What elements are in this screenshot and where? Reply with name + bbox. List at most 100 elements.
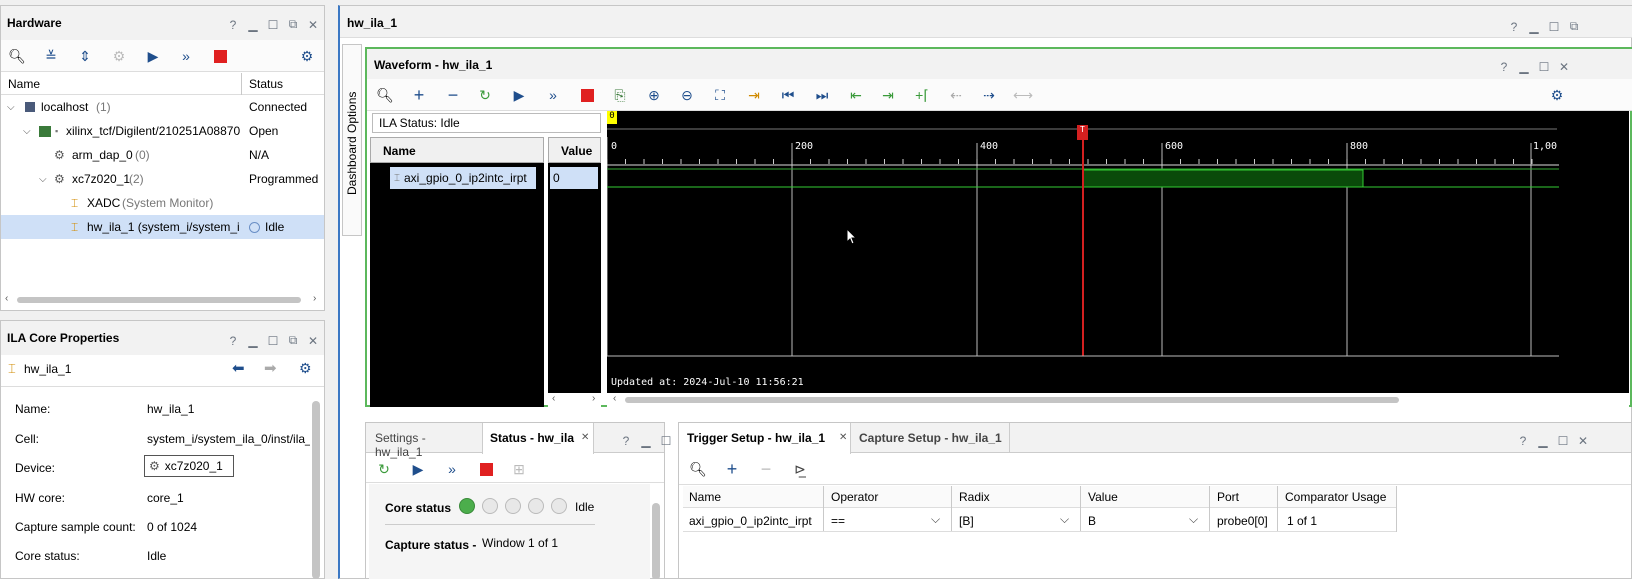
trigger-col-header[interactable]: Radix xyxy=(959,490,990,504)
run-immediate-icon[interactable]: » xyxy=(543,85,563,105)
remove-probe-icon[interactable]: − xyxy=(443,85,463,105)
float-icon[interactable]: ⧉ xyxy=(287,17,299,32)
radix-select[interactable]: [B] ⌵ xyxy=(952,508,1080,532)
stop-trigger-icon[interactable] xyxy=(210,46,230,66)
tree-row-arm-dap[interactable]: ⚙ arm_dap_0 (0) N/A xyxy=(1,143,324,167)
tab-status[interactable]: Status - hw_ila xyxy=(482,423,594,454)
signal-value-cell[interactable]: 0 xyxy=(550,167,598,189)
help-icon[interactable]: ? xyxy=(227,334,239,348)
float-icon[interactable]: ⧉ xyxy=(1568,19,1580,34)
add-probe-icon[interactable]: + xyxy=(722,459,742,479)
ila-properties-vscrollbar[interactable] xyxy=(312,401,320,579)
auto-retrigger-icon[interactable]: ↻ xyxy=(374,459,394,479)
run-trigger-icon[interactable]: ▶ xyxy=(143,46,163,66)
minimize-icon[interactable]: ▁ xyxy=(1537,434,1549,448)
zoom-in-icon[interactable]: ⊕ xyxy=(644,85,664,105)
run-trigger-icon[interactable]: ▶ xyxy=(408,459,428,479)
value-select[interactable]: B ⌵ xyxy=(1081,508,1209,532)
tab-trigger-setup[interactable]: Trigger Setup - hw_ila_1 xyxy=(679,423,851,454)
auto-connect-icon[interactable]: ⚙︎ xyxy=(109,46,129,66)
run-immediate-icon[interactable]: » xyxy=(176,46,196,66)
minimize-icon[interactable]: ▁ xyxy=(640,434,652,448)
float-icon[interactable]: ⧉ xyxy=(287,333,299,348)
trigger-col-header[interactable]: Comparator Usage xyxy=(1285,490,1386,504)
collapse-all-icon[interactable]: ≚ xyxy=(41,46,61,66)
waveform-canvas[interactable]: T 0 0 200 400 600 800 1,00 Updated at: 2… xyxy=(607,111,1629,393)
scroll-left-icon[interactable]: ‹ xyxy=(552,393,555,404)
tree-row-device[interactable]: ⌵ ⚙ xc7z020_1 (2) Programmed xyxy=(1,167,324,191)
settings-gear-icon[interactable]: ⚙ xyxy=(297,46,317,66)
help-icon[interactable]: ? xyxy=(1517,434,1529,448)
waveform-hscrollbar[interactable]: ‹ xyxy=(607,393,1629,407)
table-row[interactable]: axi_gpio_0_ip2intc_irpt == ⌵ [B] ⌵ B ⌵ p… xyxy=(683,508,1396,532)
tab-capture-setup[interactable]: Capture Setup - hw_ila_1 xyxy=(852,423,1010,453)
run-immediate-icon[interactable]: » xyxy=(442,459,462,479)
minimize-icon[interactable]: ▁ xyxy=(247,18,259,32)
close-icon[interactable]: ✕ xyxy=(1558,60,1570,74)
zoom-fit-icon[interactable]: ⛶ xyxy=(710,85,730,105)
maximize-icon[interactable]: ☐ xyxy=(1548,20,1560,34)
dashboard-tab-title[interactable]: hw_ila_1 xyxy=(347,16,397,30)
trigger-col-header[interactable]: Value xyxy=(1088,490,1118,504)
search-icon[interactable]: 🔍︎ xyxy=(7,46,27,66)
tree-row-localhost[interactable]: ⌵ localhost (1) Connected xyxy=(1,95,324,119)
tree-row-hw-ila[interactable]: ⌶ hw_ila_1 (system_i/system_il Idle xyxy=(1,215,324,239)
go-to-end-icon[interactable]: ⏭ xyxy=(812,85,832,105)
expand-all-icon[interactable]: ⇕ xyxy=(75,46,95,66)
add-marker-icon[interactable]: +⌈ xyxy=(912,85,932,105)
settings-gear-icon[interactable]: ⚙ xyxy=(1547,85,1567,105)
tree-row-xadc[interactable]: ⌶ XADC (System Monitor) xyxy=(1,191,324,215)
status-vscrollbar[interactable] xyxy=(652,503,660,579)
swap-cursor-icon[interactable]: ⟷ xyxy=(1013,85,1033,105)
add-probe-icon[interactable]: + xyxy=(409,85,429,105)
hardware-hscrollbar[interactable]: ‹ › xyxy=(1,293,324,307)
tab-settings[interactable]: Settings - hw_ila_1 xyxy=(366,423,481,459)
maximize-icon[interactable]: ☐ xyxy=(1538,60,1550,74)
trigger-col-header[interactable]: Operator xyxy=(831,490,878,504)
search-icon[interactable]: 🔍︎ xyxy=(688,459,708,479)
close-icon[interactable]: ✕ xyxy=(307,18,319,32)
maximize-icon[interactable]: ☐ xyxy=(660,434,672,448)
minimize-icon[interactable]: ▁ xyxy=(1518,60,1530,74)
maximize-icon[interactable]: ☐ xyxy=(267,334,279,348)
help-icon[interactable]: ? xyxy=(1508,20,1520,34)
export-icon[interactable]: ⎘ xyxy=(610,85,630,105)
go-to-start-icon[interactable]: ⏮ xyxy=(778,85,798,105)
hardware-col-status[interactable]: Status xyxy=(249,77,283,91)
run-trigger-icon[interactable]: ▶ xyxy=(509,85,529,105)
settings-gear-icon[interactable]: ⚙ xyxy=(299,360,312,377)
previous-marker-icon[interactable]: ⇠ xyxy=(946,85,966,105)
next-marker-icon[interactable]: ⇢ xyxy=(979,85,999,105)
help-icon[interactable]: ? xyxy=(227,18,239,32)
scroll-right-icon[interactable]: › xyxy=(592,393,595,404)
auto-retrigger-icon[interactable]: ↻ xyxy=(475,85,495,105)
remove-probe-icon[interactable]: − xyxy=(756,459,776,479)
minimize-icon[interactable]: ▁ xyxy=(1528,20,1540,34)
close-icon[interactable]: ✕ xyxy=(307,334,319,348)
search-icon[interactable]: 🔍︎ xyxy=(375,85,395,105)
go-to-cursor-icon[interactable]: ⇥ xyxy=(744,85,764,105)
next-transition-icon[interactable]: ⇥ xyxy=(878,85,898,105)
gate-logic-icon[interactable]: ⊳̲ xyxy=(790,459,810,479)
close-tab-icon[interactable]: ✕ xyxy=(839,432,847,443)
capture-control-icon[interactable]: ⊞ xyxy=(509,459,529,479)
tree-row-target[interactable]: ⌵ ▪ xilinx_tcf/Digilent/210251A08870 Ope… xyxy=(1,119,324,143)
device-link[interactable]: ⚙ xc7z020_1 xyxy=(144,455,234,477)
signal-name-row[interactable]: ⌶ axi_gpio_0_ip2intc_irpt xyxy=(390,167,536,189)
forward-arrow-icon[interactable]: ➡ xyxy=(264,359,277,377)
close-tab-icon[interactable]: ✕ xyxy=(581,432,589,443)
trigger-col-header[interactable]: Name xyxy=(689,490,721,504)
close-icon[interactable]: ✕ xyxy=(1577,434,1589,448)
help-icon[interactable]: ? xyxy=(1498,60,1510,74)
minimize-icon[interactable]: ▁ xyxy=(247,334,259,348)
col-name-header[interactable]: Name xyxy=(383,144,416,158)
maximize-icon[interactable]: ☐ xyxy=(1557,434,1569,448)
dashboard-options-tab[interactable]: Dashboard Options xyxy=(342,44,362,236)
hardware-col-name[interactable]: Name xyxy=(8,77,40,91)
stop-trigger-icon[interactable] xyxy=(577,85,597,105)
previous-transition-icon[interactable]: ⇤ xyxy=(846,85,866,105)
help-icon[interactable]: ? xyxy=(620,434,632,448)
back-arrow-icon[interactable]: ⬅ xyxy=(232,359,245,377)
zoom-out-icon[interactable]: ⊖ xyxy=(677,85,697,105)
maximize-icon[interactable]: ☐ xyxy=(267,18,279,32)
